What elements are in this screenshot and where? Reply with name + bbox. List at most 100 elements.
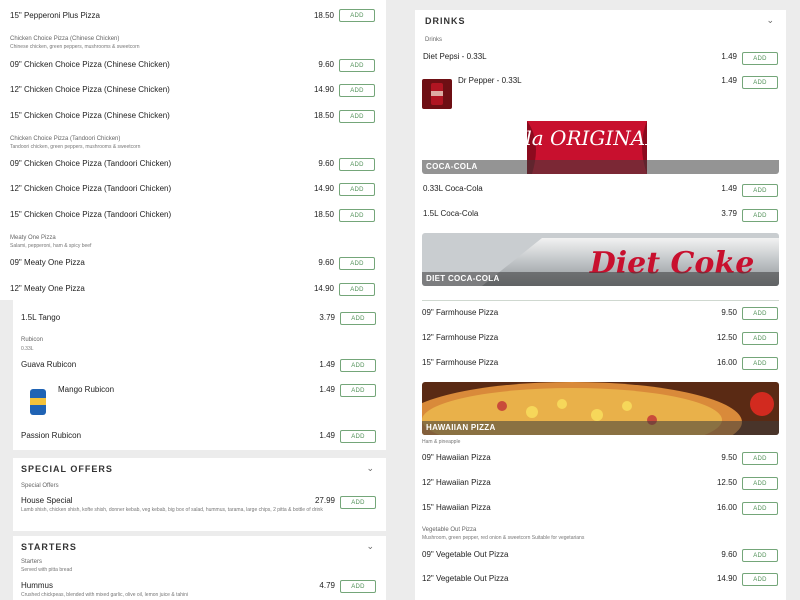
item-price: 16.00 xyxy=(716,503,737,512)
add-button[interactable]: ADD xyxy=(339,158,375,171)
add-button[interactable]: ADD xyxy=(742,307,778,320)
item-name: 12" Vegetable Out Pizza xyxy=(422,574,509,583)
add-button[interactable]: ADD xyxy=(742,477,778,490)
section-title: DRINKS xyxy=(425,16,466,26)
item-name: 15" Pepperoni Plus Pizza xyxy=(10,11,101,20)
item-price: 9.60 xyxy=(318,60,334,69)
drinks-card: DRINKS ⌄ Drinks Diet Pepsi - 0.33L 1.49 … xyxy=(415,10,786,300)
add-button[interactable]: ADD xyxy=(339,283,375,296)
coke-image-text: Coca-Cola ORIGINAL TASTE xyxy=(441,126,734,150)
item-name: 12" Chicken Choice Pizza (Chinese Chicke… xyxy=(10,85,170,94)
item-price: 12.50 xyxy=(716,478,737,487)
item-price: 9.60 xyxy=(721,550,737,559)
add-button[interactable]: ADD xyxy=(742,549,778,562)
item-name: 15" Farmhouse Pizza xyxy=(422,358,499,367)
item-name: 15" Chicken Choice Pizza (Tandoori Chick… xyxy=(10,210,172,219)
add-button[interactable]: ADD xyxy=(742,332,778,345)
item-price: 1.49 xyxy=(319,360,335,369)
item-name: Guava Rubicon xyxy=(21,360,77,369)
drinks-card-continued: 1.5L Tango 3.79 ADD Rubicon 0.33L Guava … xyxy=(13,300,386,450)
section-description: Served with pitta bread xyxy=(21,567,73,573)
item-price: 9.60 xyxy=(318,159,334,168)
item-name: Diet Pepsi - 0.33L xyxy=(423,52,487,61)
item-name: House Special xyxy=(21,496,73,505)
add-button[interactable]: ADD xyxy=(742,357,778,370)
add-button[interactable]: ADD xyxy=(339,84,375,97)
chevron-down-icon[interactable]: ⌄ xyxy=(766,15,774,26)
item-price: 1.49 xyxy=(721,76,737,85)
item-name: 12" Meaty One Pizza xyxy=(10,284,85,293)
section-title: SPECIAL OFFERS xyxy=(21,464,113,474)
item-name: 0.33L Coca-Cola xyxy=(423,184,483,193)
banner-label: HAWAIIAN PIZZA xyxy=(422,421,779,435)
item-name: 12" Hawaiian Pizza xyxy=(422,478,491,487)
section-subtitle: Starters xyxy=(21,559,43,565)
section-subtitle: Special Offers xyxy=(21,483,59,489)
coca-cola-banner: Coca-Cola ORIGINAL TASTE COCA-COLA xyxy=(422,121,779,174)
add-button[interactable]: ADD xyxy=(742,502,778,515)
category-description: Ham & pineapple xyxy=(422,439,461,445)
item-description: Lamb shish, chicken shish, kofte shish, … xyxy=(21,507,323,513)
add-button[interactable]: ADD xyxy=(339,9,375,22)
category-title: Chicken Choice Pizza (Tandoori Chicken) xyxy=(10,136,121,142)
category-title: Chicken Choice Pizza (Chinese Chicken) xyxy=(10,36,120,42)
mango-rubicon-thumbnail xyxy=(23,387,53,417)
add-button[interactable]: ADD xyxy=(339,183,375,196)
section-title: STARTERS xyxy=(21,542,77,552)
item-price: 9.50 xyxy=(721,453,737,462)
item-price: 1.49 xyxy=(721,184,737,193)
section-header[interactable]: SPECIAL OFFERS ⌄ xyxy=(13,458,386,480)
add-button[interactable]: ADD xyxy=(340,359,376,372)
category-description: Tandoori chicken, green peppers, mushroo… xyxy=(10,144,141,150)
item-name: 12" Farmhouse Pizza xyxy=(422,333,499,342)
quadrant-top-left: 15" Pepperoni Plus Pizza 18.50 ADD Chick… xyxy=(0,0,400,300)
add-button[interactable]: ADD xyxy=(742,452,778,465)
item-price: 18.50 xyxy=(313,11,334,20)
add-button[interactable]: ADD xyxy=(340,384,376,397)
add-button[interactable]: ADD xyxy=(742,52,778,65)
banner-label: DIET COCA-COLA xyxy=(422,272,779,286)
category-description: 0.33L xyxy=(21,346,34,352)
add-button[interactable]: ADD xyxy=(340,580,376,593)
category-description: Mushroom, green pepper, red onion & swee… xyxy=(422,535,585,541)
item-name: 15" Hawaiian Pizza xyxy=(422,503,491,512)
add-button[interactable]: ADD xyxy=(339,59,375,72)
item-price: 3.79 xyxy=(721,209,737,218)
item-price: 14.90 xyxy=(313,85,334,94)
category-description: Chinese chicken, green peppers, mushroom… xyxy=(10,44,140,50)
category-description: Salami, pepperoni, ham & spicy beef xyxy=(10,243,92,249)
item-price: 9.60 xyxy=(318,258,334,267)
item-price: 9.50 xyxy=(721,308,737,317)
add-button[interactable]: ADD xyxy=(742,573,778,586)
hawaiian-pizza-banner: HAWAIIAN PIZZA xyxy=(422,382,779,435)
item-name: 09" Chicken Choice Pizza (Chinese Chicke… xyxy=(10,60,170,69)
section-header[interactable]: DRINKS ⌄ xyxy=(415,10,786,32)
add-button[interactable]: ADD xyxy=(340,430,376,443)
item-name: 1.5L Coca-Cola xyxy=(423,209,479,218)
add-button[interactable]: ADD xyxy=(742,209,778,222)
chevron-down-icon[interactable]: ⌄ xyxy=(366,463,374,474)
chevron-down-icon[interactable]: ⌄ xyxy=(366,541,374,552)
special-offers-card: SPECIAL OFFERS ⌄ Special Offers House Sp… xyxy=(13,458,386,531)
add-button[interactable]: ADD xyxy=(742,184,778,197)
item-price: 3.79 xyxy=(319,313,335,322)
category-title: Meaty One Pizza xyxy=(10,235,56,241)
add-button[interactable]: ADD xyxy=(340,496,376,509)
item-name: 09" Vegetable Out Pizza xyxy=(422,550,509,559)
add-button[interactable]: ADD xyxy=(339,257,375,270)
item-name: Dr Pepper - 0.33L xyxy=(458,76,522,85)
item-price: 27.99 xyxy=(314,496,335,505)
item-price: 18.50 xyxy=(313,111,334,120)
add-button[interactable]: ADD xyxy=(339,209,375,222)
add-button[interactable]: ADD xyxy=(340,312,376,325)
dr-pepper-thumbnail xyxy=(422,79,452,109)
add-button[interactable]: ADD xyxy=(742,76,778,89)
item-price: 16.00 xyxy=(716,358,737,367)
item-price: 12.50 xyxy=(716,333,737,342)
section-header[interactable]: STARTERS ⌄ xyxy=(13,536,386,558)
item-name: 12" Chicken Choice Pizza (Tandoori Chick… xyxy=(10,184,172,193)
item-name: 15" Chicken Choice Pizza (Chinese Chicke… xyxy=(10,111,170,120)
add-button[interactable]: ADD xyxy=(339,110,375,123)
item-price: 1.49 xyxy=(319,431,335,440)
item-description: Crushed chickpeas, blended with mixed ga… xyxy=(21,592,189,598)
